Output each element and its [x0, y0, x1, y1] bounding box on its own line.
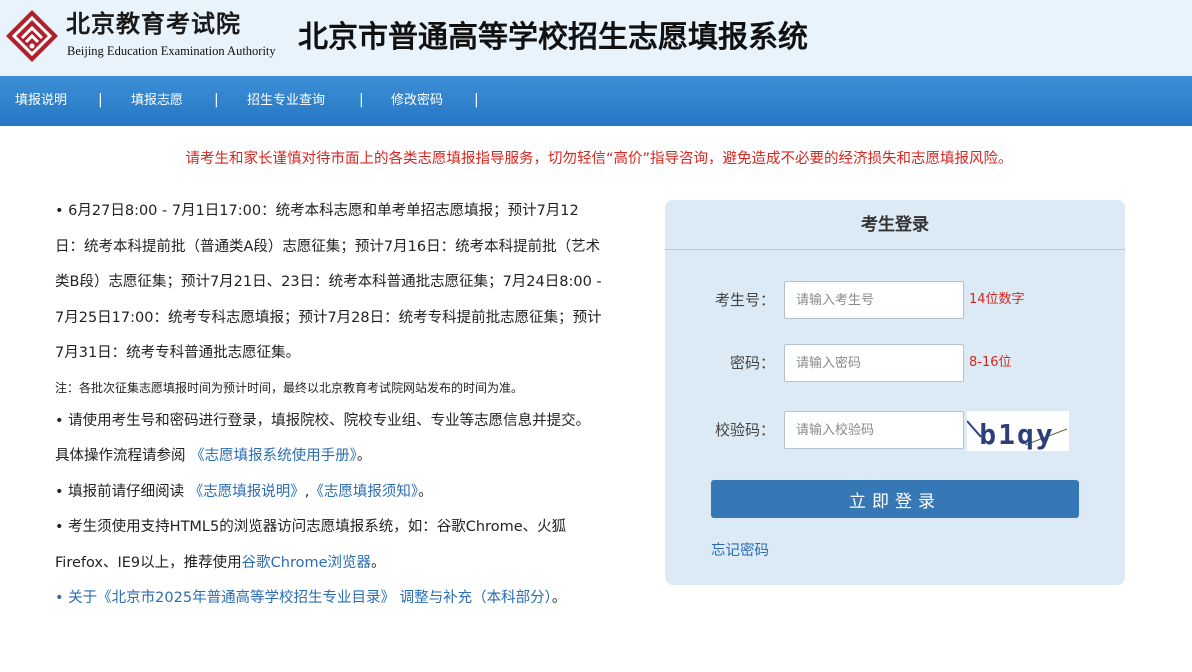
password-hint: 8-16位 [969, 355, 1012, 370]
login-instruction: • 请使用考生号和密码进行登录，填报院校、院校专业组、专业等志愿信息并提交。 具… [55, 412, 591, 465]
captcha-image[interactable]: b1qy [967, 411, 1069, 451]
org-name-cn: 北京教育考试院 [66, 9, 241, 38]
exam-id-label: 考生号： [714, 291, 775, 309]
login-panel: 考生登录 考生号： 14位数字 密码： 8-16位 校验码： b1qy 立即登录… [665, 200, 1125, 585]
nav-item-change-password[interactable]: 修改密码 [391, 92, 443, 110]
chrome-browser-link[interactable]: 谷歌Chrome浏览器 [242, 555, 371, 571]
password-input[interactable] [784, 344, 964, 382]
nav-item-fill-instructions[interactable]: 填报说明 [15, 92, 67, 110]
site-header: 北京教育考试院 Beijing Education Examination Au… [0, 0, 1192, 76]
nav-separator: | [359, 92, 364, 108]
forgot-password-link[interactable]: 忘记密码 [711, 540, 769, 562]
login-title: 考生登录 [665, 200, 1125, 250]
captcha-text: b1qy [979, 418, 1054, 451]
notice-list: • 6月27日8:00 - 7月1日17:00：统考本科志愿和单考单招志愿填报；… [55, 194, 605, 617]
browser-requirement: • 考生须使用支持HTML5的浏览器访问志愿填报系统，如：谷歌Chrome、火狐… [55, 519, 567, 571]
login-button[interactable]: 立即登录 [711, 480, 1079, 518]
warning-notice: 请考生和家长谨慎对待市面上的各类志愿填报指导服务，切勿轻信“高价”指导咨询，避免… [185, 151, 1013, 167]
catalog-adjustment-link[interactable]: • 关于《北京市2025年普通高等学校招生专业目录》 调整与补充（本科部分） [55, 590, 552, 606]
main-nav: 填报说明 | 填报志愿 | 招生专业查询 | 修改密码 | [0, 76, 1192, 126]
schedule-note: 注：各批次征集志愿填报时间为预计时间，最终以北京教育考试院网站发布的时间为准。 [55, 380, 524, 395]
org-name-en: Beijing Education Examination Authority [67, 44, 276, 58]
nav-separator: | [474, 92, 479, 108]
captcha-input[interactable] [784, 411, 964, 449]
nav-separator: | [214, 92, 219, 108]
manual-link[interactable]: 《志愿填报系统使用手册》 [190, 448, 357, 464]
exam-id-input[interactable] [784, 281, 964, 319]
nav-item-fill-application[interactable]: 填报志愿 [131, 92, 183, 110]
fill-instructions-link[interactable]: 《志愿填报说明》 [189, 484, 305, 500]
exam-id-hint: 14位数字 [969, 292, 1025, 307]
system-title: 北京市普通高等学校招生志愿填报系统 [298, 20, 808, 55]
captcha-label: 校验码： [714, 421, 775, 439]
nav-item-major-query[interactable]: 招生专业查询 [247, 92, 325, 110]
beijing-education-exam-logo-icon [6, 10, 58, 62]
read-before-fill: • 填报前请仔细阅读 《志愿填报说明》,《志愿填报须知》。 [55, 483, 433, 500]
fill-notice-link[interactable]: 《志愿填报须知》 [309, 484, 418, 500]
nav-separator: | [98, 92, 103, 108]
schedule-text: • 6月27日8:00 - 7月1日17:00：统考本科志愿和单考单招志愿填报；… [55, 203, 602, 361]
catalog-adjustment: • 关于《北京市2025年普通高等学校招生专业目录》 调整与补充（本科部分）。 [55, 590, 567, 606]
password-label: 密码： [729, 354, 775, 372]
